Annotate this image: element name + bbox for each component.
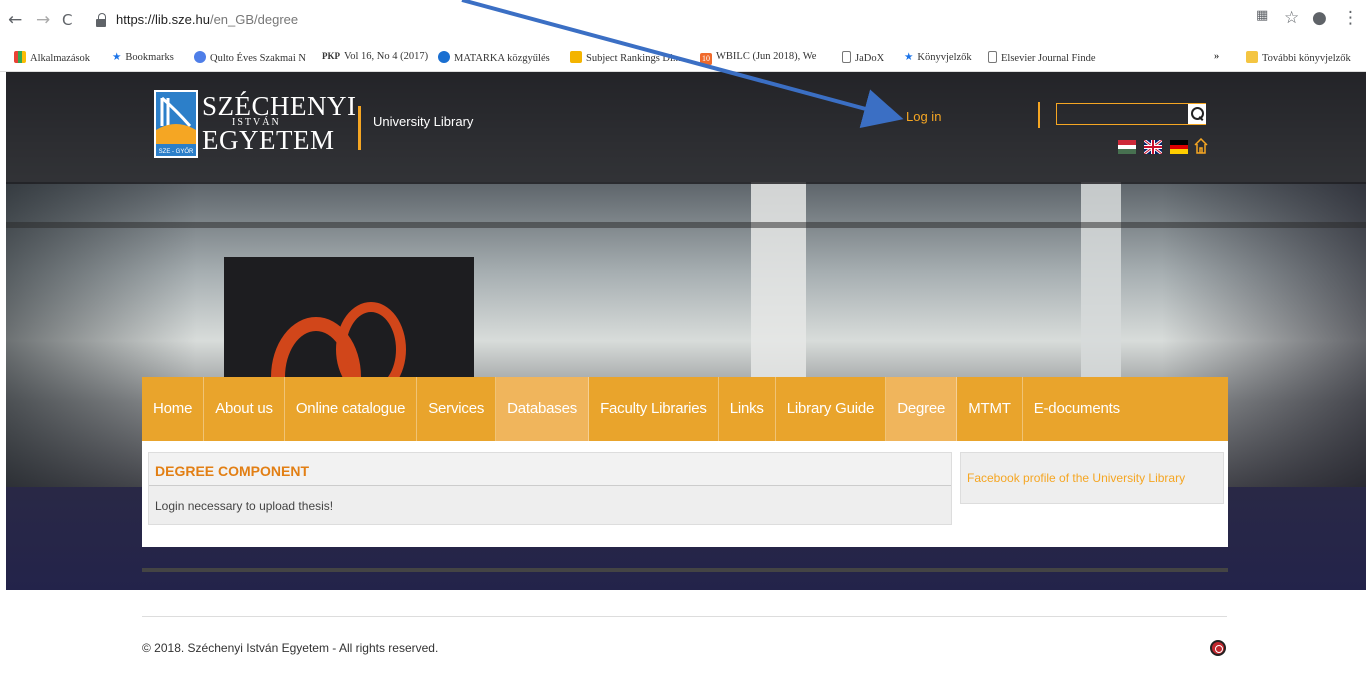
page-icon xyxy=(988,51,997,63)
menu-e-documents[interactable]: E-documents xyxy=(1023,377,1131,441)
menu-links[interactable]: Links xyxy=(719,377,776,441)
browser-toolbar: ← → C https://lib.sze.hu/en_GB/degree ▦ … xyxy=(0,0,1366,44)
menu-online-catalogue[interactable]: Online catalogue xyxy=(285,377,418,441)
university-logo-icon[interactable]: SZE - GYŐR xyxy=(154,90,198,158)
apps-grid-icon xyxy=(14,51,26,63)
bookmark-elsevier[interactable]: Elsevier Journal Finde xyxy=(988,51,1095,64)
bookmark-wbilc[interactable]: 10 WBILC (Jun 2018), We xyxy=(700,51,816,65)
footer-logo-icon[interactable] xyxy=(1210,640,1226,656)
url-host: https://lib.sze.hu xyxy=(116,12,210,27)
site-subtitle: University Library xyxy=(373,114,474,129)
bookmark-subject-rankings[interactable]: Subject Rankings Di... xyxy=(570,51,681,64)
pkp-icon: PKP xyxy=(322,51,340,61)
bookmarks-bar: Alkalmazások ★ Bookmarks Qulto Éves Szakm… xyxy=(0,44,1366,72)
lock-icon xyxy=(96,13,106,27)
bookmark-label: Alkalmazások xyxy=(30,53,91,64)
menu-services[interactable]: Services xyxy=(417,377,497,441)
matarka-icon xyxy=(438,51,450,63)
star-icon: ★ xyxy=(904,51,914,63)
home-icon[interactable] xyxy=(1194,138,1208,154)
bookmark-qulto[interactable]: Qulto Éves Szakmai N xyxy=(194,51,306,64)
logo-line3: EGYETEM xyxy=(202,125,335,155)
bookmark-bookmarks[interactable]: ★ Bookmarks xyxy=(112,51,174,63)
logo-divider xyxy=(358,106,361,150)
bookmark-jadox[interactable]: JaDoX xyxy=(842,51,884,64)
qulto-icon xyxy=(194,51,206,63)
more-bookmarks-chevron-icon[interactable]: » xyxy=(1214,51,1219,62)
search-icon[interactable] xyxy=(1188,104,1206,124)
logo-line1: SZÉCHENYI xyxy=(202,91,357,121)
bookmark-label: Elsevier Journal Finde xyxy=(1001,53,1096,64)
content-bottom-bar xyxy=(142,568,1228,572)
hungarian-flag-icon[interactable] xyxy=(1118,140,1136,154)
address-bar[interactable]: https://lib.sze.hu/en_GB/degree xyxy=(96,10,1226,32)
menu-home[interactable]: Home xyxy=(142,377,205,441)
facebook-box: Facebook profile of the University Libra… xyxy=(960,452,1224,504)
wbilc-icon: 10 xyxy=(700,53,712,65)
facebook-link[interactable]: Facebook profile of the University Libra… xyxy=(967,471,1185,485)
copyright-text: © 2018. Széchenyi István Egyetem - All r… xyxy=(142,641,439,655)
menu-databases[interactable]: Databases xyxy=(496,377,590,441)
main-content: DEGREE COMPONENT Login necessary to uplo… xyxy=(142,441,1228,547)
star-icon: ★ xyxy=(112,51,122,63)
site-header: SZE - GYŐR SZÉCHENYI ISTVÁN EGYETEM Univ… xyxy=(6,72,1366,184)
page-icon xyxy=(842,51,851,63)
folder-icon xyxy=(1246,51,1258,63)
hero-beam xyxy=(6,222,1366,228)
bookmark-konyvjelzok[interactable]: ★ Könyvjelzők xyxy=(904,51,972,63)
bookmark-label: Bookmarks xyxy=(125,52,174,63)
bookmark-label: Vol 16, No 4 (2017) xyxy=(344,51,429,62)
english-flag-icon[interactable] xyxy=(1144,140,1162,154)
account-icon[interactable]: ● xyxy=(1312,8,1327,28)
menu-faculty-libraries[interactable]: Faculty Libraries xyxy=(589,377,719,441)
login-required-message: Login necessary to upload thesis! xyxy=(155,499,334,513)
forward-arrow-icon[interactable]: → xyxy=(36,10,50,30)
bookmark-pkp[interactable]: PKP Vol 16, No 4 (2017) xyxy=(322,51,428,62)
bookmark-label: WBILC (Jun 2018), We xyxy=(716,51,817,62)
bookmark-label: Qulto Éves Szakmai N xyxy=(210,53,306,64)
login-link[interactable]: Log in xyxy=(906,109,941,124)
menu-library-guide[interactable]: Library Guide xyxy=(776,377,887,441)
rankings-icon xyxy=(570,51,582,63)
main-menu: Home About us Online catalogue Services … xyxy=(142,377,1228,441)
other-bookmarks[interactable]: További könyvjelzők xyxy=(1246,51,1351,64)
german-flag-icon[interactable] xyxy=(1170,140,1188,154)
url-text: https://lib.sze.hu/en_GB/degree xyxy=(116,12,298,27)
search-input[interactable] xyxy=(1056,103,1206,125)
degree-panel: DEGREE COMPONENT Login necessary to uplo… xyxy=(148,452,952,525)
url-path: /en_GB/degree xyxy=(209,12,299,27)
bookmark-label: JaDoX xyxy=(855,53,885,64)
star-icon[interactable]: ☆ xyxy=(1284,8,1299,28)
kebab-menu-icon[interactable]: ⋮ xyxy=(1342,8,1359,28)
footer-divider xyxy=(142,616,1227,617)
university-name[interactable]: SZÉCHENYI ISTVÁN EGYETEM xyxy=(202,91,357,154)
translate-icon[interactable]: ▦ xyxy=(1256,8,1268,23)
menu-mtmt[interactable]: MTMT xyxy=(957,377,1023,441)
back-arrow-icon[interactable]: ← xyxy=(8,10,22,30)
bookmark-label: MATARKA közgyűlés xyxy=(454,53,550,64)
bookmark-label: Subject Rankings Di... xyxy=(586,53,681,64)
menu-about-us[interactable]: About us xyxy=(204,377,285,441)
bookmark-label: Könyvjelzők xyxy=(917,52,972,63)
bookmark-apps[interactable]: Alkalmazások xyxy=(14,51,90,64)
menu-degree[interactable]: Degree xyxy=(886,377,958,441)
panel-title: DEGREE COMPONENT xyxy=(149,453,951,486)
bookmark-matarka[interactable]: MATARKA közgyűlés xyxy=(438,51,550,64)
library-website: SZE - GYŐR SZÉCHENYI ISTVÁN EGYETEM Univ… xyxy=(6,72,1366,590)
logo-badge: SZE - GYŐR xyxy=(159,148,194,155)
bookmark-label: További könyvjelzők xyxy=(1262,53,1351,64)
reload-icon[interactable]: C xyxy=(62,10,72,30)
header-divider xyxy=(1038,102,1040,128)
